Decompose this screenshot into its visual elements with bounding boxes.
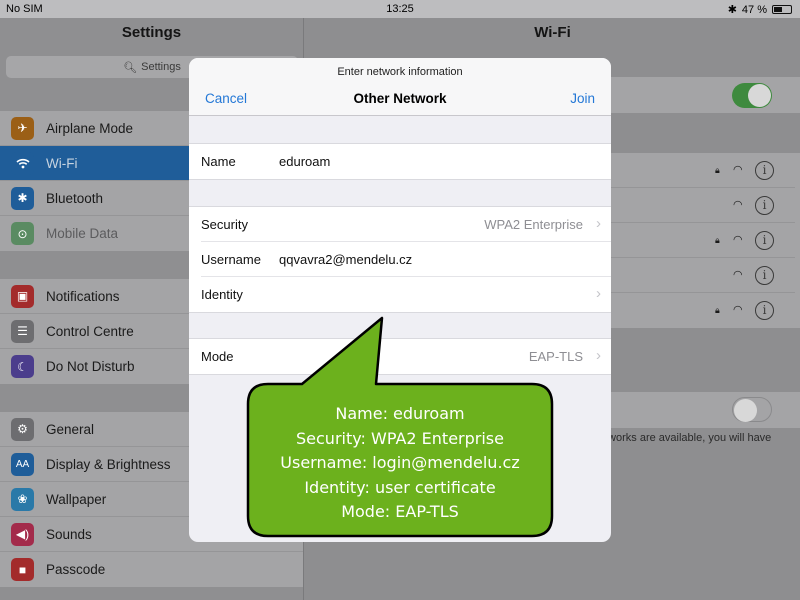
display-icon: AA bbox=[11, 452, 34, 476]
callout-line: Mode: EAP-TLS bbox=[341, 502, 459, 521]
search-placeholder: Settings bbox=[141, 61, 181, 73]
chevron-right-icon: › bbox=[596, 347, 601, 364]
info-icon[interactable]: i bbox=[755, 266, 774, 285]
sidebar-item-label: General bbox=[46, 421, 95, 437]
gear-icon: ⚙ bbox=[11, 417, 34, 441]
info-icon[interactable]: i bbox=[755, 161, 774, 180]
info-icon[interactable]: i bbox=[755, 231, 774, 250]
battery-icon bbox=[772, 5, 792, 14]
info-icon[interactable]: i bbox=[755, 301, 774, 320]
ask-to-join-toggle[interactable] bbox=[732, 397, 772, 422]
security-value: WPA2 Enterprise bbox=[484, 217, 583, 232]
sidebar-item-label: Sounds bbox=[46, 526, 92, 542]
security-row[interactable]: Security WPA2 Enterprise › bbox=[201, 207, 611, 242]
sidebar-item-passcode[interactable]: ■ Passcode bbox=[0, 552, 303, 587]
security-group: Security WPA2 Enterprise › Username qqva… bbox=[189, 206, 611, 313]
security-label: Security bbox=[201, 217, 248, 232]
name-field[interactable]: Name eduroam bbox=[201, 144, 611, 179]
wifi-panel-title: Wi-Fi bbox=[534, 24, 571, 41]
sidebar-item-label: Mobile Data bbox=[46, 226, 119, 241]
sidebar-item-label: Passcode bbox=[46, 562, 106, 577]
sidebar-item-label: Display & Brightness bbox=[46, 456, 171, 472]
name-input[interactable]: eduroam bbox=[279, 154, 330, 169]
airplane-icon: ✈ bbox=[11, 116, 34, 140]
mode-label: Mode bbox=[201, 349, 234, 364]
antenna-icon: ⊙ bbox=[11, 222, 34, 245]
callout-text: Name: eduroam Security: WPA2 Enterprise … bbox=[248, 402, 552, 525]
wifi-signal-icon: ◠ bbox=[733, 269, 743, 281]
sidebar-item-label: Notifications bbox=[46, 288, 120, 304]
wifi-signal-icon: ◠ bbox=[733, 199, 743, 211]
battery-percent: 47 % bbox=[741, 3, 767, 16]
username-input[interactable]: qqvavra2@mendelu.cz bbox=[279, 252, 412, 267]
chevron-right-icon: › bbox=[596, 285, 601, 302]
info-icon[interactable]: i bbox=[755, 196, 774, 215]
name-group: Name eduroam bbox=[189, 143, 611, 180]
dialog-prompt: Enter network information bbox=[337, 66, 463, 78]
callout-line: Username: login@mendelu.cz bbox=[280, 453, 520, 472]
sidebar-item-label: Wallpaper bbox=[46, 491, 107, 507]
sidebar-item-label: Bluetooth bbox=[46, 190, 104, 206]
sidebar-item-label: Wi-Fi bbox=[46, 155, 78, 171]
chevron-right-icon: › bbox=[596, 215, 601, 232]
name-label: Name bbox=[201, 154, 236, 169]
username-label: Username bbox=[201, 252, 261, 267]
identity-label: Identity bbox=[201, 287, 243, 302]
wifi-signal-icon: ◠ bbox=[733, 164, 743, 176]
wifi-icon bbox=[11, 151, 34, 175]
username-field[interactable]: Username qqvavra2@mendelu.cz bbox=[201, 242, 611, 277]
wallpaper-icon: ❀ bbox=[11, 487, 34, 511]
mode-value: EAP-TLS bbox=[528, 349, 583, 364]
speaker-icon: ◀) bbox=[11, 522, 34, 546]
identity-row[interactable]: Identity › bbox=[201, 277, 611, 312]
ask-to-join-footer: tworks are available, you will have bbox=[605, 432, 772, 444]
lock-icon: 🔒︎ bbox=[715, 305, 720, 315]
dialog-header: Enter network information Cancel Other N… bbox=[189, 58, 611, 116]
status-right: ✱ 47 % bbox=[728, 3, 792, 16]
callout-line: Name: eduroam bbox=[335, 404, 465, 423]
wifi-signal-icon: ◠ bbox=[733, 234, 743, 246]
moon-icon: ☾ bbox=[11, 355, 34, 378]
callout-line: Identity: user certificate bbox=[304, 477, 496, 497]
clock: 13:25 bbox=[386, 3, 414, 15]
search-icon: 🔍︎ bbox=[123, 61, 138, 74]
callout-line: Security: WPA2 Enterprise bbox=[296, 428, 504, 448]
mode-group: Mode EAP-TLS › bbox=[189, 338, 611, 375]
sidebar-item-label: Control Centre bbox=[46, 323, 134, 339]
dialog-title: Other Network bbox=[353, 91, 447, 106]
wifi-toggle[interactable] bbox=[732, 83, 772, 108]
sidebar-item-label: Airplane Mode bbox=[46, 120, 134, 136]
sidebar-title: Settings bbox=[121, 24, 182, 41]
lock-icon: ■ bbox=[11, 558, 34, 581]
bluetooth-icon: ✱ bbox=[11, 186, 34, 210]
toggles-icon: ☰ bbox=[11, 319, 34, 343]
status-bar: No SIM 13:25 ✱ 47 % bbox=[0, 0, 800, 18]
join-button[interactable]: Join bbox=[570, 91, 595, 106]
mode-row[interactable]: Mode EAP-TLS › bbox=[201, 339, 611, 374]
wifi-signal-icon: ◠ bbox=[733, 304, 743, 316]
notifications-icon: ▣ bbox=[11, 284, 34, 308]
sidebar-item-label: Do Not Disturb bbox=[46, 359, 135, 374]
lock-icon: 🔒︎ bbox=[715, 235, 720, 245]
lock-icon: 🔒︎ bbox=[715, 165, 720, 175]
bluetooth-status-icon: ✱ bbox=[727, 4, 737, 16]
